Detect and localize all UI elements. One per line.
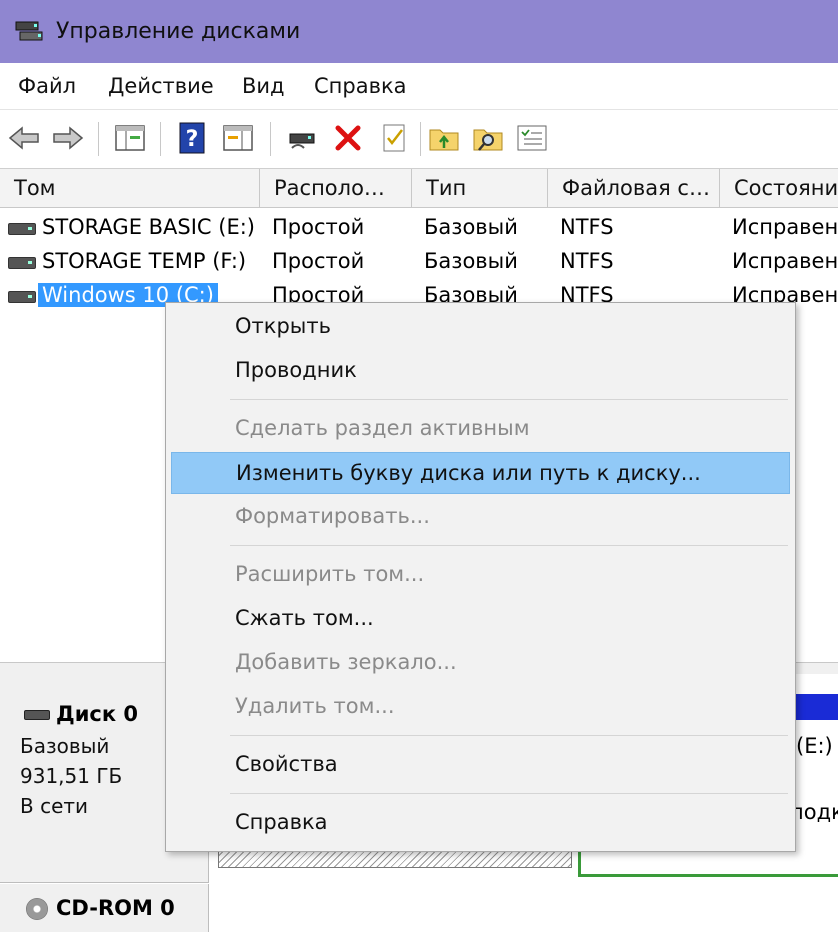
volume-name: STORAGE BASIC (E:) bbox=[42, 215, 256, 239]
column-header-layout[interactable]: Располо… bbox=[260, 169, 412, 207]
disk-type: Базовый bbox=[20, 734, 110, 758]
context-menu: Открыть Проводник Сделать раздел активны… bbox=[165, 302, 796, 852]
column-header-type[interactable]: Тип bbox=[412, 169, 548, 207]
properties-check-icon[interactable] bbox=[376, 120, 412, 156]
delete-icon[interactable] bbox=[330, 120, 366, 156]
partition-label: (E:) bbox=[796, 734, 833, 758]
column-header-status[interactable]: Состояни bbox=[720, 169, 838, 207]
menu-item-explorer[interactable]: Проводник bbox=[171, 350, 790, 392]
menu-item-label: Изменить букву диска или путь к диску... bbox=[236, 461, 701, 485]
hard-disk-icon bbox=[24, 710, 50, 720]
back-arrow-icon[interactable] bbox=[6, 120, 42, 156]
toolbar-separator bbox=[160, 122, 161, 156]
column-header-row: Том Располо… Тип Файловая с… Состояни bbox=[0, 169, 838, 208]
menu-item-mark-active: Сделать раздел активным bbox=[171, 408, 790, 450]
folder-search-icon[interactable] bbox=[470, 120, 506, 156]
menu-item-open[interactable]: Открыть bbox=[171, 306, 790, 348]
menu-item-label: Проводник bbox=[235, 358, 357, 382]
drive-icon bbox=[8, 223, 36, 235]
disk-size: 931,51 ГБ bbox=[20, 764, 123, 788]
menu-separator bbox=[230, 545, 788, 546]
menu-item-label: Справка bbox=[235, 810, 328, 834]
toolbar-separator bbox=[98, 122, 99, 156]
menu-help[interactable]: Справка bbox=[314, 74, 407, 98]
column-header-filesystem[interactable]: Файловая с… bbox=[548, 169, 720, 207]
menu-action[interactable]: Действие bbox=[108, 74, 214, 98]
menu-item-help[interactable]: Справка bbox=[171, 802, 790, 844]
menu-item-label: Удалить том... bbox=[235, 694, 395, 718]
menu-item-format: Форматировать... bbox=[171, 496, 790, 538]
table-row[interactable]: STORAGE TEMP (F:) Простой Базовый NTFS И… bbox=[0, 245, 838, 279]
menu-bar: Файл Действие Вид Справка bbox=[0, 63, 838, 110]
menu-separator bbox=[230, 793, 788, 794]
drive-icon bbox=[8, 291, 36, 303]
svg-text:?: ? bbox=[186, 127, 199, 152]
volume-status: Исправен bbox=[732, 215, 838, 239]
folder-up-icon[interactable] bbox=[426, 120, 462, 156]
cd-rom-icon bbox=[26, 898, 48, 920]
menu-item-properties[interactable]: Свойства bbox=[171, 744, 790, 786]
menu-view[interactable]: Вид bbox=[242, 74, 285, 98]
volume-status: Исправен bbox=[732, 249, 838, 273]
disk-title: Диск 0 bbox=[56, 702, 139, 726]
window-title: Управление дисками bbox=[56, 19, 301, 44]
column-header-volume[interactable]: Том bbox=[0, 169, 260, 207]
table-row[interactable]: STORAGE BASIC (E:) Простой Базовый NTFS … bbox=[0, 211, 838, 245]
toolbar: ? bbox=[0, 110, 838, 169]
menu-item-delete-volume: Удалить том... bbox=[171, 686, 790, 728]
settings-list-icon[interactable] bbox=[514, 120, 550, 156]
disk-state: В сети bbox=[20, 794, 89, 818]
toolbar-separator bbox=[420, 122, 421, 156]
console-tree-icon[interactable] bbox=[112, 120, 148, 156]
menu-item-add-mirror: Добавить зеркало... bbox=[171, 642, 790, 684]
volume-layout: Простой bbox=[272, 249, 365, 273]
menu-item-label: Сжать том... bbox=[235, 606, 374, 630]
connect-drive-icon[interactable] bbox=[284, 120, 320, 156]
menu-item-label: Форматировать... bbox=[235, 504, 430, 528]
menu-separator bbox=[230, 735, 788, 736]
menu-item-label: Расширить том... bbox=[235, 562, 425, 586]
menu-item-change-drive-letter[interactable]: Изменить букву диска или путь к диску... bbox=[171, 452, 790, 494]
volume-layout: Простой bbox=[272, 215, 365, 239]
action-pane-icon[interactable] bbox=[220, 120, 256, 156]
volume-name: STORAGE TEMP (F:) bbox=[42, 249, 247, 273]
partition-header-bar bbox=[790, 694, 838, 720]
menu-item-extend-volume: Расширить том... bbox=[171, 554, 790, 596]
menu-item-label: Открыть bbox=[235, 314, 331, 338]
volume-type: Базовый bbox=[424, 215, 518, 239]
drive-icon bbox=[8, 257, 36, 269]
menu-item-label: Добавить зеркало... bbox=[235, 650, 457, 674]
volume-filesystem: NTFS bbox=[560, 215, 614, 239]
help-icon[interactable]: ? bbox=[174, 120, 210, 156]
title-bar: Управление дисками bbox=[0, 0, 838, 63]
cdrom-info[interactable]: CD-ROM 0 bbox=[0, 884, 209, 932]
partition-fragment: подк bbox=[790, 800, 838, 824]
menu-file[interactable]: Файл bbox=[18, 74, 76, 98]
menu-item-shrink-volume[interactable]: Сжать том... bbox=[171, 598, 790, 640]
volume-filesystem: NTFS bbox=[560, 249, 614, 273]
menu-item-label: Свойства bbox=[235, 752, 338, 776]
volume-type: Базовый bbox=[424, 249, 518, 273]
forward-arrow-icon[interactable] bbox=[50, 120, 86, 156]
toolbar-separator bbox=[270, 122, 271, 156]
disk-management-app-icon bbox=[14, 20, 44, 46]
menu-separator bbox=[230, 399, 788, 400]
cdrom-title: CD-ROM 0 bbox=[56, 896, 175, 920]
menu-item-label: Сделать раздел активным bbox=[235, 416, 530, 440]
